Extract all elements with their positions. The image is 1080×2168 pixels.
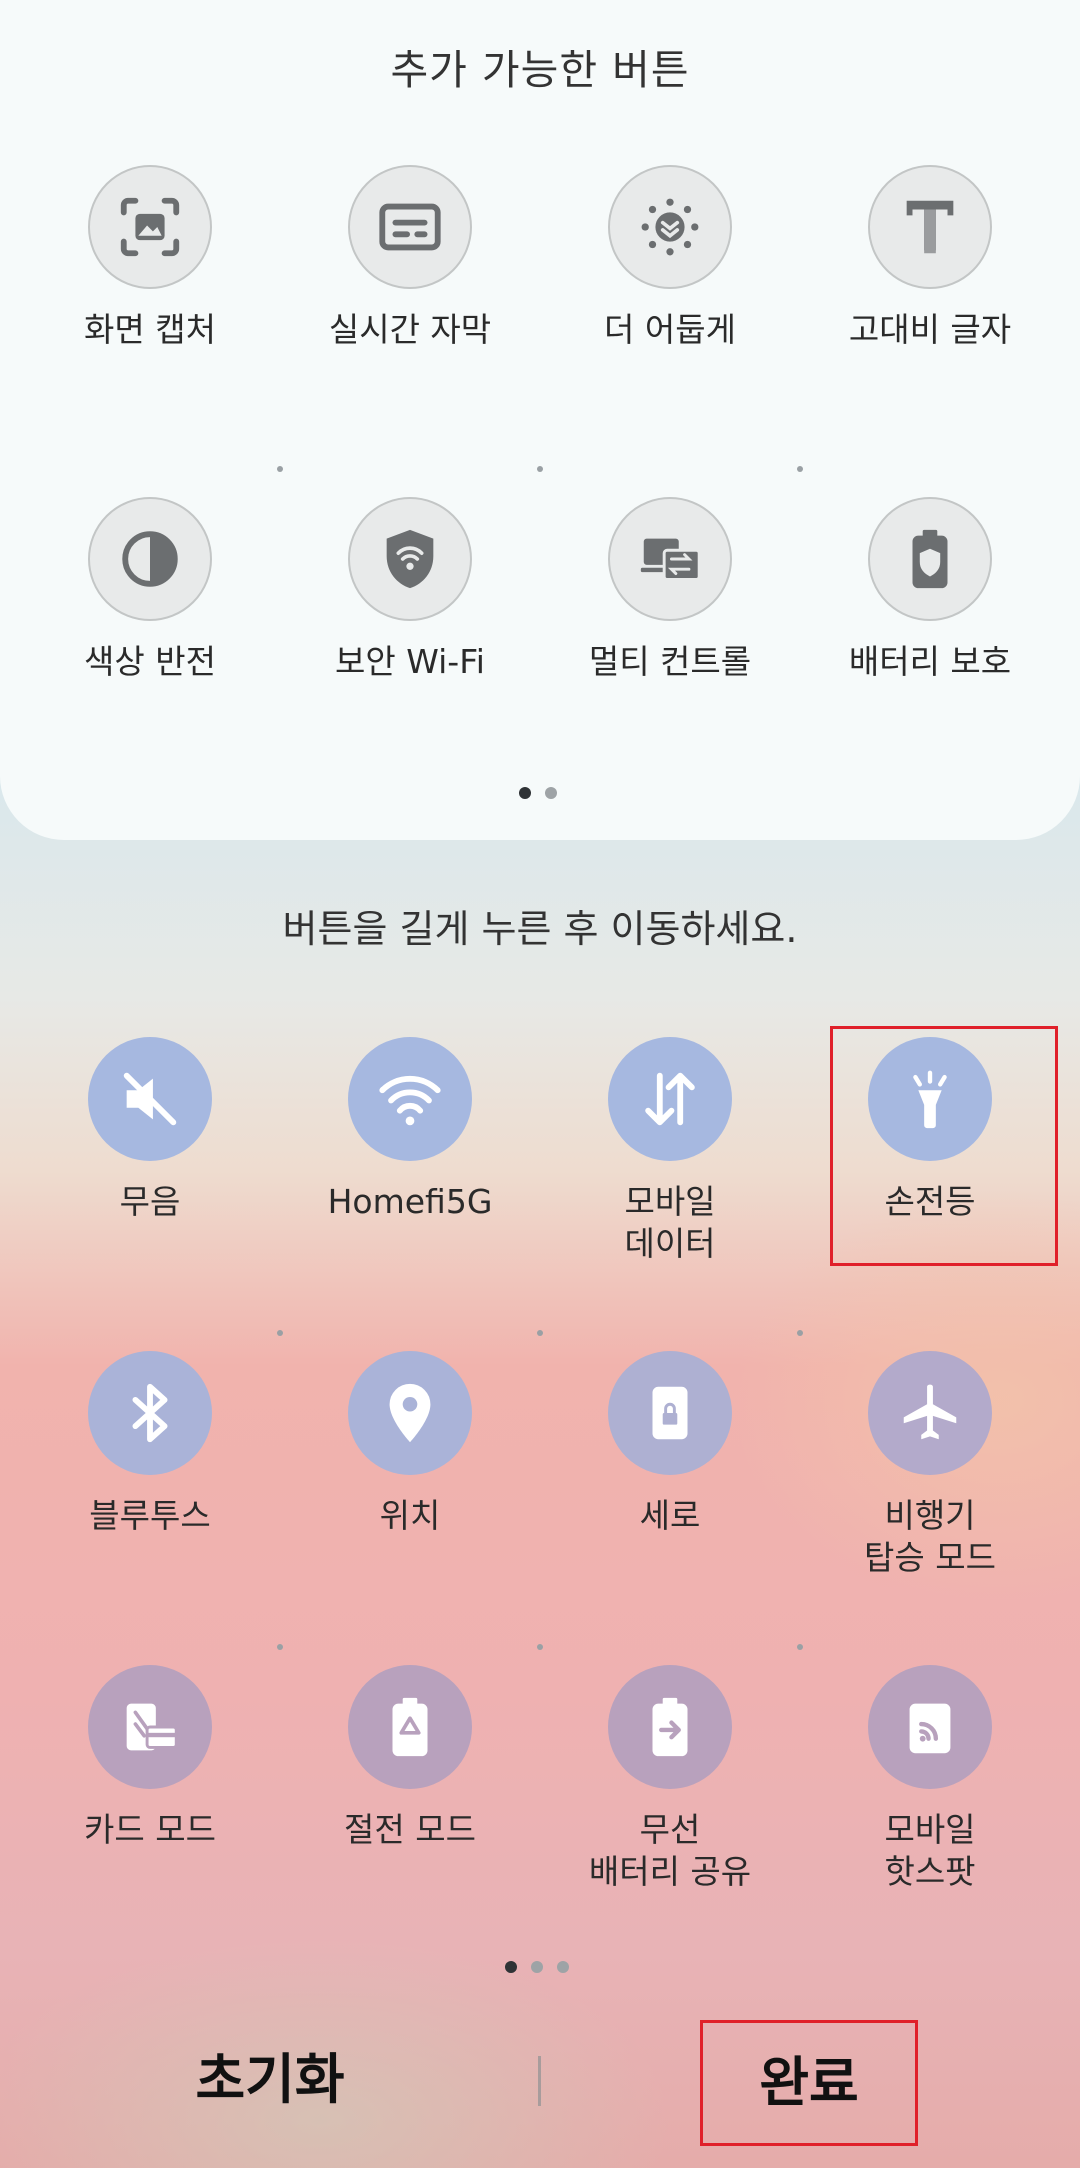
color-inversion-icon: [88, 497, 212, 621]
button-divider: [538, 2056, 541, 2106]
mobile-data-icon: [608, 1037, 732, 1161]
tile-portrait[interactable]: 세로: [540, 1351, 800, 1537]
bluetooth-icon: [88, 1351, 212, 1475]
tile-label: 블루투스: [89, 1496, 211, 1535]
wifi-icon: [348, 1037, 472, 1161]
mobile-hotspot-icon: [868, 1665, 992, 1789]
tile-battery-protect[interactable]: 배터리 보호: [800, 497, 1060, 683]
separator-dot: [277, 1330, 283, 1336]
airplane-icon: [868, 1351, 992, 1475]
flashlight-highlight-box: [830, 1026, 1058, 1266]
tile-bluetooth[interactable]: 블루투스: [20, 1351, 280, 1537]
available-buttons-panel: 추가 가능한 버튼 화면 캡처 실시간 자막 더 어둡게 고대비 글자 색상 반…: [0, 0, 1080, 840]
battery-protect-icon: [868, 497, 992, 621]
location-icon: [348, 1351, 472, 1475]
mute-icon: [88, 1037, 212, 1161]
page-dot: [531, 1961, 543, 1973]
secure-wifi-icon: [348, 497, 472, 621]
tile-high-contrast-text[interactable]: 고대비 글자: [800, 165, 1060, 351]
reset-button[interactable]: 초기화: [120, 2040, 420, 2120]
tile-airplane-mode[interactable]: 비행기 탑승 모드: [800, 1351, 1060, 1579]
tile-wireless-power-share[interactable]: 무선 배터리 공유: [540, 1665, 800, 1893]
tile-label: 고대비 글자: [848, 310, 1012, 349]
active-page-indicator: [505, 1961, 569, 1973]
tile-multi-control[interactable]: 멀티 컨트롤: [540, 497, 800, 683]
tile-label: 카드 모드: [84, 1810, 216, 1849]
done-button[interactable]: 완료: [700, 2020, 918, 2146]
tile-label: 모바일 데이터: [624, 1182, 716, 1263]
page-dot: [505, 1961, 517, 1973]
tile-label: 색상 반전: [84, 642, 216, 681]
tile-power-saving[interactable]: 절전 모드: [280, 1665, 540, 1851]
extra-dim-icon: [608, 165, 732, 289]
tile-label: 세로: [639, 1496, 701, 1535]
available-page-indicator: [519, 787, 557, 799]
tile-label: 더 어둡게: [604, 310, 736, 349]
separator-dot: [537, 466, 543, 472]
separator-dot: [797, 1644, 803, 1650]
tile-label: Homefi5G: [327, 1182, 493, 1221]
page-dot: [519, 787, 531, 799]
page-dot: [557, 1961, 569, 1973]
tile-label: 무음: [119, 1182, 181, 1221]
tile-mute[interactable]: 무음: [20, 1037, 280, 1223]
high-contrast-text-icon: [868, 165, 992, 289]
tile-label: 비행기 탑승 모드: [864, 1496, 996, 1577]
tile-location[interactable]: 위치: [280, 1351, 540, 1537]
card-mode-icon: [88, 1665, 212, 1789]
tile-label: 화면 캡처: [84, 310, 216, 349]
wireless-power-share-icon: [608, 1665, 732, 1789]
separator-dot: [797, 466, 803, 472]
tile-label: 무선 배터리 공유: [588, 1810, 752, 1891]
panel-title: 추가 가능한 버튼: [390, 46, 690, 94]
tile-label: 보안 Wi-Fi: [335, 642, 485, 681]
instruction-text: 버튼을 길게 누른 후 이동하세요.: [282, 907, 798, 951]
tile-wifi[interactable]: Homefi5G: [280, 1037, 540, 1223]
portrait-lock-icon: [608, 1351, 732, 1475]
separator-dot: [797, 1330, 803, 1336]
separator-dot: [537, 1644, 543, 1650]
multi-control-icon: [608, 497, 732, 621]
live-caption-icon: [348, 165, 472, 289]
tile-mobile-hotspot[interactable]: 모바일 핫스팟: [800, 1665, 1060, 1893]
separator-dot: [277, 466, 283, 472]
separator-dot: [537, 1330, 543, 1336]
tile-color-inversion[interactable]: 색상 반전: [20, 497, 280, 683]
tile-mobile-data[interactable]: 모바일 데이터: [540, 1037, 800, 1265]
tile-live-caption[interactable]: 실시간 자막: [280, 165, 540, 351]
power-saving-icon: [348, 1665, 472, 1789]
tile-label: 배터리 보호: [848, 642, 1012, 681]
tile-label: 위치: [379, 1496, 441, 1535]
tile-label: 멀티 컨트롤: [588, 642, 752, 681]
separator-dot: [277, 1644, 283, 1650]
tile-label: 모바일 핫스팟: [884, 1810, 976, 1891]
tile-card-mode[interactable]: 카드 모드: [20, 1665, 280, 1851]
tile-screen-capture[interactable]: 화면 캡처: [20, 165, 280, 351]
page-dot: [545, 787, 557, 799]
tile-label: 절전 모드: [344, 1810, 476, 1849]
tile-label: 실시간 자막: [328, 310, 492, 349]
tile-secure-wifi[interactable]: 보안 Wi-Fi: [280, 497, 540, 683]
screen-capture-icon: [88, 165, 212, 289]
tile-extra-dim[interactable]: 더 어둡게: [540, 165, 800, 351]
